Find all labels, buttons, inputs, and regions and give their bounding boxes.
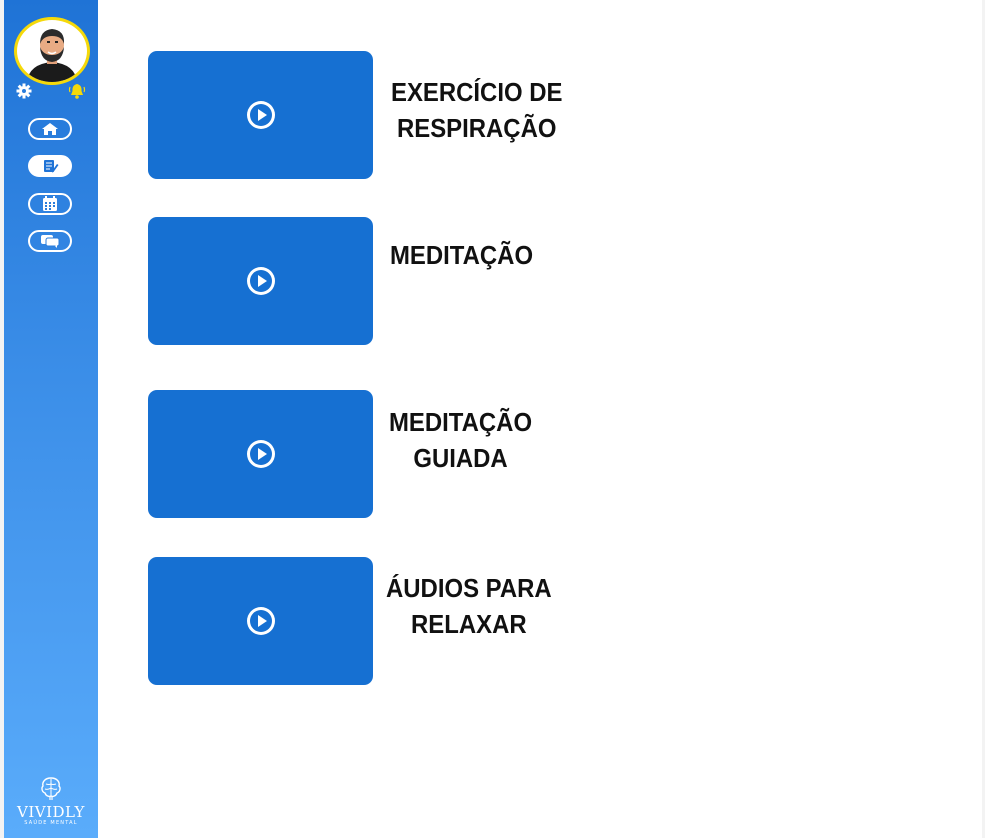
brand-name: VIVIDLY [17,803,85,821]
title-meditation: MEDITAÇÃO [390,237,533,273]
title-line: MEDITAÇÃO [389,407,533,437]
gear-icon[interactable] [16,83,32,99]
nav-chat-button[interactable] [28,230,72,252]
sidebar: VIVIDLY SAÚDE MENTAL [4,0,98,838]
title-line: EXERCÍCIO DE [391,77,563,107]
avatar-illustration [27,29,77,82]
calendar-icon [43,196,57,211]
title-line: RELAXAR [411,609,527,639]
video-card-relax-audios[interactable] [148,557,373,685]
brand-logo: VIVIDLY SAÚDE MENTAL [12,776,90,826]
title-line: MEDITAÇÃO [390,240,534,270]
main-content: EXERCÍCIO DE RESPIRAÇÃO MEDITAÇÃO MEDITA… [98,0,982,838]
title-breathing: EXERCÍCIO DE RESPIRAÇÃO [391,74,562,146]
video-card-breathing[interactable] [148,51,373,179]
title-guided-meditation: MEDITAÇÃO GUIADA [389,404,532,476]
play-icon[interactable] [245,605,277,637]
nav-notes-button[interactable] [28,155,72,177]
title-line: ÁUDIOS PARA [386,573,552,603]
video-card-meditation[interactable] [148,217,373,345]
chat-icon [41,235,60,248]
home-icon [42,123,58,135]
play-icon[interactable] [245,438,277,470]
user-avatar[interactable] [14,17,90,85]
play-icon[interactable] [245,99,277,131]
title-relax-audios: ÁUDIOS PARA RELAXAR [386,570,552,642]
video-card-guided-meditation[interactable] [148,390,373,518]
nav-home-button[interactable] [28,118,72,140]
nav-calendar-button[interactable] [28,193,72,215]
title-line: RESPIRAÇÃO [396,113,557,143]
play-icon[interactable] [245,265,277,297]
notes-icon [44,160,59,173]
bell-icon[interactable] [68,82,86,100]
title-line: GUIADA [413,443,508,473]
brain-icon [41,777,61,800]
